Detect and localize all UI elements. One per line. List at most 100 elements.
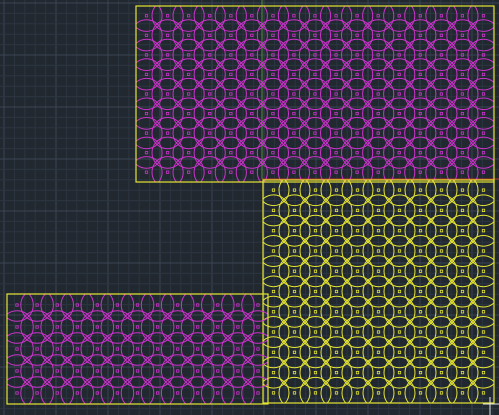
- pattern-circle[interactable]: [151, 136, 184, 169]
- pattern-circle[interactable]: [221, 310, 255, 344]
- pattern-circle[interactable]: [193, 97, 226, 130]
- pattern-center-marker: [313, 14, 317, 18]
- magenta-circle-pattern-top[interactable]: [131, 0, 499, 188]
- pattern-circle[interactable]: [180, 310, 215, 344]
- pattern-circle[interactable]: [235, 77, 268, 111]
- pattern-circle[interactable]: [277, 0, 310, 32]
- pattern-circle[interactable]: [235, 97, 268, 130]
- pattern-circle[interactable]: [1, 332, 34, 366]
- pattern-center-marker: [250, 151, 254, 155]
- pattern-circle[interactable]: [151, 117, 184, 150]
- pattern-circle[interactable]: [172, 97, 205, 130]
- pattern-center-marker: [271, 350, 276, 354]
- pattern-circle[interactable]: [1, 354, 34, 388]
- pattern-center-marker: [481, 370, 486, 375]
- pattern-circle[interactable]: [277, 19, 310, 52]
- pattern-circle[interactable]: [172, 156, 205, 188]
- pattern-circle[interactable]: [151, 0, 184, 32]
- pattern-circle[interactable]: [214, 19, 247, 52]
- pattern-circle[interactable]: [120, 332, 155, 366]
- pattern-circle[interactable]: [20, 310, 54, 344]
- pattern-circle[interactable]: [172, 77, 205, 111]
- pattern-circle[interactable]: [160, 354, 195, 388]
- pattern-circle[interactable]: [241, 354, 275, 388]
- pattern-circle[interactable]: [214, 77, 247, 111]
- pattern-circle[interactable]: [214, 156, 247, 188]
- pattern-circle[interactable]: [193, 117, 226, 150]
- pattern-center-marker: [186, 170, 191, 174]
- pattern-center-marker: [250, 170, 254, 174]
- drawing-canvas[interactable]: [0, 0, 499, 415]
- pattern-circle[interactable]: [160, 310, 195, 344]
- pattern-circle[interactable]: [201, 354, 235, 388]
- pattern-circle[interactable]: [214, 58, 247, 91]
- pattern-circle[interactable]: [201, 310, 235, 344]
- pattern-center-marker: [165, 170, 170, 174]
- pattern-circle[interactable]: [1, 310, 34, 344]
- pattern-circle[interactable]: [277, 136, 310, 169]
- pattern-center-marker: [176, 369, 180, 373]
- pattern-circle[interactable]: [20, 354, 54, 388]
- pattern-center-marker: [165, 131, 170, 135]
- pattern-circle[interactable]: [214, 136, 247, 169]
- pattern-circle[interactable]: [193, 0, 226, 32]
- pattern-center-marker: [165, 112, 170, 116]
- pattern-circle[interactable]: [140, 310, 175, 344]
- pattern-circle[interactable]: [214, 117, 247, 150]
- pattern-center-marker: [481, 151, 486, 155]
- pattern-circle[interactable]: [277, 58, 310, 91]
- pattern-circle[interactable]: [277, 97, 310, 130]
- pattern-center-marker: [35, 391, 39, 395]
- pattern-circle[interactable]: [235, 0, 268, 32]
- pattern-circle[interactable]: [172, 117, 205, 150]
- pattern-circle[interactable]: [151, 77, 184, 111]
- pattern-circle[interactable]: [277, 117, 310, 150]
- pattern-circle[interactable]: [193, 58, 226, 91]
- pattern-center-marker: [144, 14, 149, 18]
- pattern-center-marker: [15, 325, 19, 329]
- pattern-circle[interactable]: [221, 332, 255, 366]
- pattern-center-marker: [55, 391, 59, 395]
- pattern-circle[interactable]: [172, 19, 205, 52]
- pattern-circle[interactable]: [221, 354, 255, 388]
- pattern-circle[interactable]: [172, 58, 205, 91]
- pattern-circle[interactable]: [277, 77, 310, 111]
- pattern-circle[interactable]: [151, 19, 184, 52]
- pattern-center-marker: [229, 170, 233, 174]
- pattern-center-marker: [196, 391, 200, 395]
- pattern-circle[interactable]: [120, 354, 155, 388]
- pattern-circle[interactable]: [172, 136, 205, 169]
- pattern-center-marker: [155, 325, 160, 329]
- pattern-center-marker: [186, 33, 191, 37]
- pattern-circle[interactable]: [160, 332, 195, 366]
- pattern-circle[interactable]: [235, 117, 268, 150]
- pattern-circle[interactable]: [151, 156, 184, 188]
- pattern-circle[interactable]: [151, 97, 184, 130]
- pattern-center-marker: [186, 151, 191, 155]
- pattern-center-marker: [481, 310, 486, 314]
- pattern-circle[interactable]: [193, 19, 226, 52]
- pattern-circle[interactable]: [180, 332, 215, 366]
- pattern-circle[interactable]: [235, 58, 268, 91]
- pattern-circle[interactable]: [193, 77, 226, 111]
- pattern-circle[interactable]: [201, 332, 235, 366]
- pattern-circle[interactable]: [193, 136, 226, 169]
- pattern-circle[interactable]: [214, 97, 247, 130]
- pattern-circle[interactable]: [193, 156, 226, 188]
- pattern-center-marker: [481, 289, 486, 294]
- pattern-circle[interactable]: [20, 332, 54, 366]
- pattern-circle[interactable]: [277, 156, 310, 188]
- cad-drawing-viewport[interactable]: [0, 0, 499, 415]
- pattern-circle[interactable]: [151, 58, 184, 91]
- pattern-circle[interactable]: [172, 0, 205, 32]
- pattern-circle[interactable]: [140, 332, 175, 366]
- pattern-center-marker: [439, 92, 444, 96]
- pattern-circle[interactable]: [235, 19, 268, 52]
- pattern-circle[interactable]: [180, 354, 215, 388]
- pattern-circle[interactable]: [214, 0, 247, 32]
- pattern-circle[interactable]: [140, 354, 175, 388]
- pattern-center-marker: [271, 151, 275, 155]
- pattern-circle[interactable]: [235, 136, 268, 169]
- pattern-circle[interactable]: [120, 310, 155, 344]
- pattern-center-marker: [236, 325, 240, 329]
